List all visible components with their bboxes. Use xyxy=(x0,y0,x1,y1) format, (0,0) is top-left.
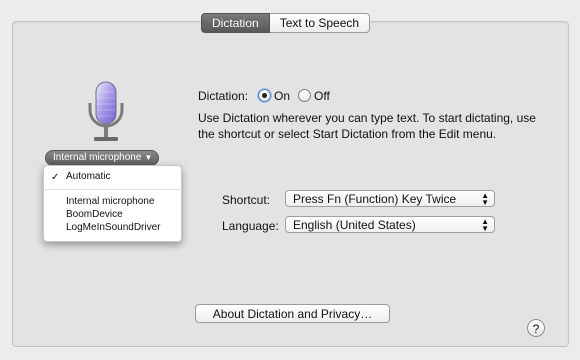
dictation-on-label: On xyxy=(274,89,291,103)
tab-text-to-speech[interactable]: Text to Speech xyxy=(269,13,371,33)
language-value: English (United States) xyxy=(293,218,416,232)
tab-bar: Dictation Text to Speech xyxy=(201,13,371,33)
shortcut-value: Press Fn (Function) Key Twice xyxy=(293,192,457,206)
tab-dictation[interactable]: Dictation xyxy=(201,13,270,33)
microphone-icon xyxy=(88,81,124,141)
menu-item-logmeinsounddriver[interactable]: LogMeInSoundDriver xyxy=(66,222,161,234)
mic-source-menu: ✓ Automatic Internal microphone BoomDevi… xyxy=(43,165,182,242)
dictation-off-label: Off xyxy=(314,89,330,103)
popup-arrows-icon: ▲ ▼ xyxy=(481,191,489,207)
language-popup[interactable]: English (United States) ▲ ▼ xyxy=(285,216,495,233)
help-icon[interactable]: ? xyxy=(527,319,545,337)
mic-source-label: Internal microphone xyxy=(53,152,142,163)
popup-arrows-icon: ▲ ▼ xyxy=(481,217,489,233)
menu-item-automatic[interactable]: Automatic xyxy=(66,171,110,183)
menu-item-boomdevice[interactable]: BoomDevice xyxy=(66,209,123,221)
checkmark-icon: ✓ xyxy=(51,172,60,183)
radio-on-icon xyxy=(258,89,271,102)
dropdown-caret-icon: ▼ xyxy=(144,153,153,162)
shortcut-label: Shortcut: xyxy=(222,193,271,207)
language-label: Language: xyxy=(222,219,279,233)
dictation-label: Dictation: xyxy=(198,89,249,103)
about-dictation-button[interactable]: About Dictation and Privacy… xyxy=(195,304,390,323)
dictation-off-radio[interactable]: Off xyxy=(298,89,330,103)
menu-separator xyxy=(45,189,180,190)
menu-item-internal-microphone[interactable]: Internal microphone xyxy=(66,196,154,208)
shortcut-popup[interactable]: Press Fn (Function) Key Twice ▲ ▼ xyxy=(285,190,495,207)
radio-off-icon xyxy=(298,89,311,102)
mic-source-popup[interactable]: Internal microphone ▼ xyxy=(45,150,160,166)
dictation-description: Use Dictation wherever you can type text… xyxy=(198,111,536,141)
dictation-on-radio[interactable]: On xyxy=(258,89,290,103)
